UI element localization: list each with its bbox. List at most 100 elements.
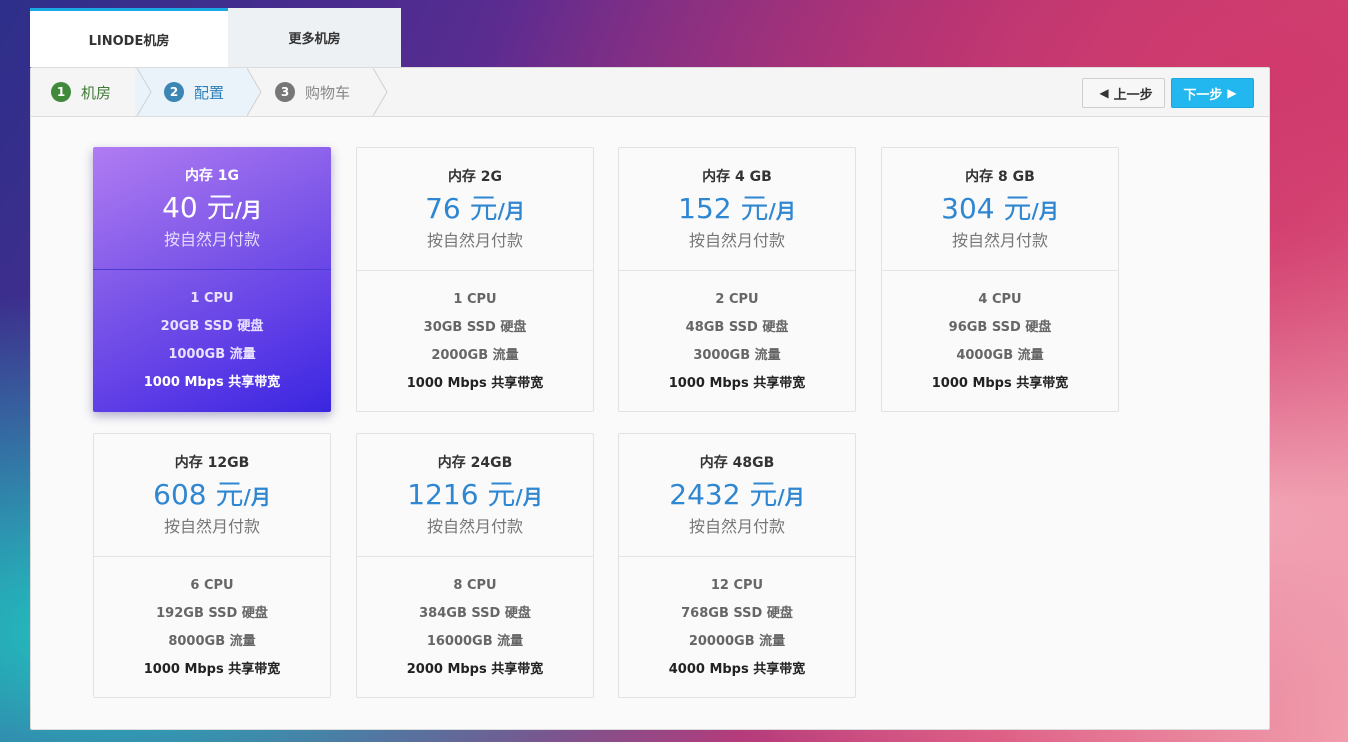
plan-memory: 内存 8 GB [965,169,1035,185]
plan-cpu: 4 CPU [978,292,1022,307]
plan-price-value: 1216 元 [407,478,516,511]
plan-bandwidth: 1000 Mbps 共享带宽 [931,376,1069,391]
plan-disk: 384GB SSD 硬盘 [419,606,531,621]
plan-header: 内存 24GB 1216 元/月按自然月付款 [357,434,593,557]
plan-price: 1216 元/月 [357,478,593,512]
plan-specs: 2 CPU 48GB SSD 硬盘 3000GB 流量 1000 Mbps 共享带宽 [619,271,855,402]
plan-memory: 内存 24GB [437,455,513,471]
plan-cpu: 1 CPU [453,292,497,307]
step-number: 2 [164,82,184,102]
arrow-left-icon: ◀ [1099,86,1109,100]
plan-price-value: 2432 元 [669,478,778,511]
plan-cpu: 6 CPU [190,578,234,593]
plan-traffic: 4000GB 流量 [956,348,1044,363]
plan-price-unit: /月 [497,199,525,223]
plan-bandwidth: 1000 Mbps 共享带宽 [143,375,281,390]
plan-disk: 192GB SSD 硬盘 [156,606,268,621]
plan-cpu: 12 CPU [710,578,764,593]
tab-more-datacenters[interactable]: 更多机房 [228,8,401,67]
plan-header: 内存 1G 40 元/月 按自然月付款 [93,147,331,270]
plan-traffic: 8000GB 流量 [168,634,256,649]
prev-step-button[interactable]: ◀ 上一步 [1082,78,1165,108]
plan-header: 内存 4 GB 152 元/月按自然月付款 [619,148,855,271]
plan-billing: 按自然月付款 [426,517,523,536]
plan-memory: 内存 12GB [174,455,250,471]
plan-price-unit: /月 [768,199,796,223]
plan-traffic: 1000GB 流量 [168,347,256,362]
plan-card[interactable]: 内存 4 GB 152 元/月 按自然月付款 2 CPU 48GB SSD 硬盘 3000… [618,147,856,412]
step-config[interactable]: 2 配置 [164,68,224,116]
step-separator-icon [136,68,152,116]
plan-memory: 内存 2G [447,169,503,185]
plan-bandwidth: 4000 Mbps 共享带宽 [668,662,806,677]
plan-traffic: 16000GB 流量 [426,634,524,649]
datacenter-tabs: LINODE机房 更多机房 [30,8,401,68]
plan-price-unit: /月 [1031,199,1059,223]
step-label: 机房 [81,83,112,102]
step-wizard: 1 机房 2 配置 3 购物车 ◀ 上一步 下一步 ▶ [31,68,1269,117]
step-label: 购物车 [305,83,351,102]
plan-disk: 48GB SSD 硬盘 [685,320,789,335]
plan-price-value: 76 元 [425,192,498,225]
plan-card[interactable]: 内存 1G 40 元/月 按自然月付款 1 CPU 20GB SSD 硬盘 1000GB … [93,147,331,412]
plan-bandwidth: 2000 Mbps 共享带宽 [406,662,544,677]
plan-billing: 按自然月付款 [688,517,785,536]
prev-step-label: 上一步 [1113,87,1153,103]
plan-price: 304 元/月 [882,192,1118,226]
plan-memory: 内存 1G [184,168,240,184]
plan-card[interactable]: 内存 48GB 2432 元/月按自然月付款 12 CPU 768GB SSD 硬盘 2… [618,433,856,698]
plan-disk: 96GB SSD 硬盘 [948,320,1052,335]
plan-billing: 按自然月付款 [426,231,523,250]
arrow-right-icon: ▶ [1227,86,1237,100]
plan-specs: 6 CPU 192GB SSD 硬盘 8000GB 流量 1000 Mbps 共享带宽 [94,557,330,688]
plan-traffic: 2000GB 流量 [431,348,519,363]
plan-header: 内存 8 GB 304 元/月 按自然月付款 [882,148,1118,271]
plan-card[interactable]: 内存 8 GB 304 元/月 按自然月付款 4 CPU 96GB SSD 硬盘 4000… [881,147,1119,412]
plan-bandwidth: 1000 Mbps 共享带宽 [668,376,806,391]
plan-card[interactable]: 内存 2G 76 元/月按自然月付款 1 CPU 30GB SSD 硬盘 2000GB … [356,147,594,412]
step-datacenter[interactable]: 1 机房 [51,68,111,116]
step-cart[interactable]: 3 购物车 [275,68,350,116]
plan-specs: 8 CPU 384GB SSD 硬盘 16000GB 流量 2000 Mbps 共享带… [357,557,593,688]
plan-memory: 内存 48GB [699,455,775,471]
plan-header: 内存 2G 76 元/月按自然月付款 [357,148,593,271]
plan-price: 2432 元/月 [619,478,855,512]
plan-specs: 1 CPU 30GB SSD 硬盘 2000GB 流量 1000 Mbps 共享带宽 [357,271,593,402]
plan-disk: 30GB SSD 硬盘 [423,320,527,335]
plan-card[interactable]: 内存 12GB 608 元/月按自然月付款 6 CPU 192GB SSD 硬盘 800… [93,433,331,698]
plan-price-unit: /月 [777,485,805,509]
plan-bandwidth: 1000 Mbps 共享带宽 [143,662,281,677]
plan-cpu: 1 CPU [190,291,234,306]
next-step-label: 下一步 [1183,87,1223,103]
plan-cpu: 8 CPU [453,578,497,593]
plan-memory: 内存 4 GB [702,169,772,185]
plan-billing: 按自然月付款 [688,231,785,250]
plan-price: 152 元/月 [619,192,855,226]
plan-price-value: 304 元 [941,192,1032,225]
plan-header: 内存 48GB 2432 元/月按自然月付款 [619,434,855,557]
plan-traffic: 3000GB 流量 [693,348,781,363]
plan-price-value: 608 元 [153,478,244,511]
plan-price-unit: /月 [515,485,543,509]
plan-price: 40 元/月 [93,191,331,225]
plan-price-unit: /月 [234,198,262,222]
plan-traffic: 20000GB 流量 [688,634,786,649]
next-step-button[interactable]: 下一步 ▶ [1171,78,1254,108]
plan-specs: 4 CPU 96GB SSD 硬盘 4000GB 流量 1000 Mbps 共享带宽 [882,271,1118,402]
plan-price: 608 元/月 [94,478,330,512]
tab-linode[interactable]: LINODE机房 [30,8,228,67]
plan-bandwidth: 1000 Mbps 共享带宽 [406,376,544,391]
plan-price-value: 40 元 [162,191,235,224]
step-label: 配置 [194,83,225,102]
plan-price-unit: /月 [243,485,271,509]
plan-specs: 1 CPU 20GB SSD 硬盘 1000GB 流量 1000 Mbps 共享带宽 [93,270,331,401]
plan-specs: 12 CPU 768GB SSD 硬盘 20000GB 流量 4000 Mbps 共享… [619,557,855,688]
step-number: 3 [275,82,295,102]
plan-card[interactable]: 内存 24GB 1216 元/月按自然月付款 8 CPU 384GB SSD 硬盘 16… [356,433,594,698]
plan-disk: 768GB SSD 硬盘 [681,606,793,621]
plan-price: 76 元/月 [357,192,593,226]
step-separator-icon [247,68,262,116]
step-number: 1 [51,82,71,102]
plan-price-value: 152 元 [678,192,769,225]
plan-billing: 按自然月付款 [163,517,260,536]
